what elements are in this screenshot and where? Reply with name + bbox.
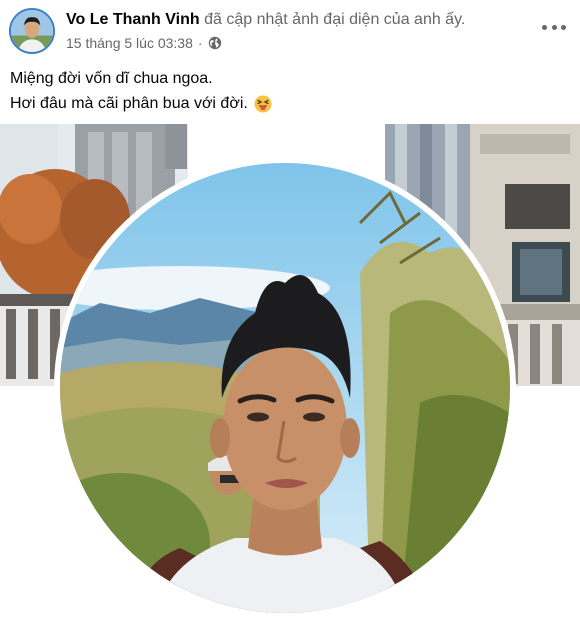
profile-picture[interactable] — [54, 157, 516, 619]
meta-separator: · — [197, 35, 203, 51]
post-action: đã cập nhật ảnh đại diện của anh ấy. — [204, 11, 466, 28]
post-header: Vo Le Thanh Vinh đã cập nhật ảnh đại diệ… — [0, 0, 580, 62]
caption-line-1: Miệng đời vốn dĩ chua ngoa. — [10, 70, 213, 87]
author-name[interactable]: Vo Le Thanh Vinh — [66, 11, 200, 28]
squinting-tongue-emoji — [254, 95, 272, 113]
author-line: Vo Le Thanh Vinh đã cập nhật ảnh đại diệ… — [66, 10, 465, 30]
post-meta: 15 tháng 5 lúc 03:38 · — [66, 34, 222, 52]
post-timestamp[interactable]: 15 tháng 5 lúc 03:38 — [66, 34, 193, 52]
globe-icon[interactable] — [208, 36, 222, 50]
post-caption: Miệng đời vốn dĩ chua ngoa. Hơi đâu mà c… — [10, 66, 272, 116]
profile-update-photo[interactable] — [0, 124, 580, 624]
author-avatar[interactable] — [9, 8, 55, 54]
more-options-icon[interactable] — [542, 18, 566, 36]
caption-line-2: Hơi đâu mà cãi phân bua với đời. — [10, 91, 272, 116]
